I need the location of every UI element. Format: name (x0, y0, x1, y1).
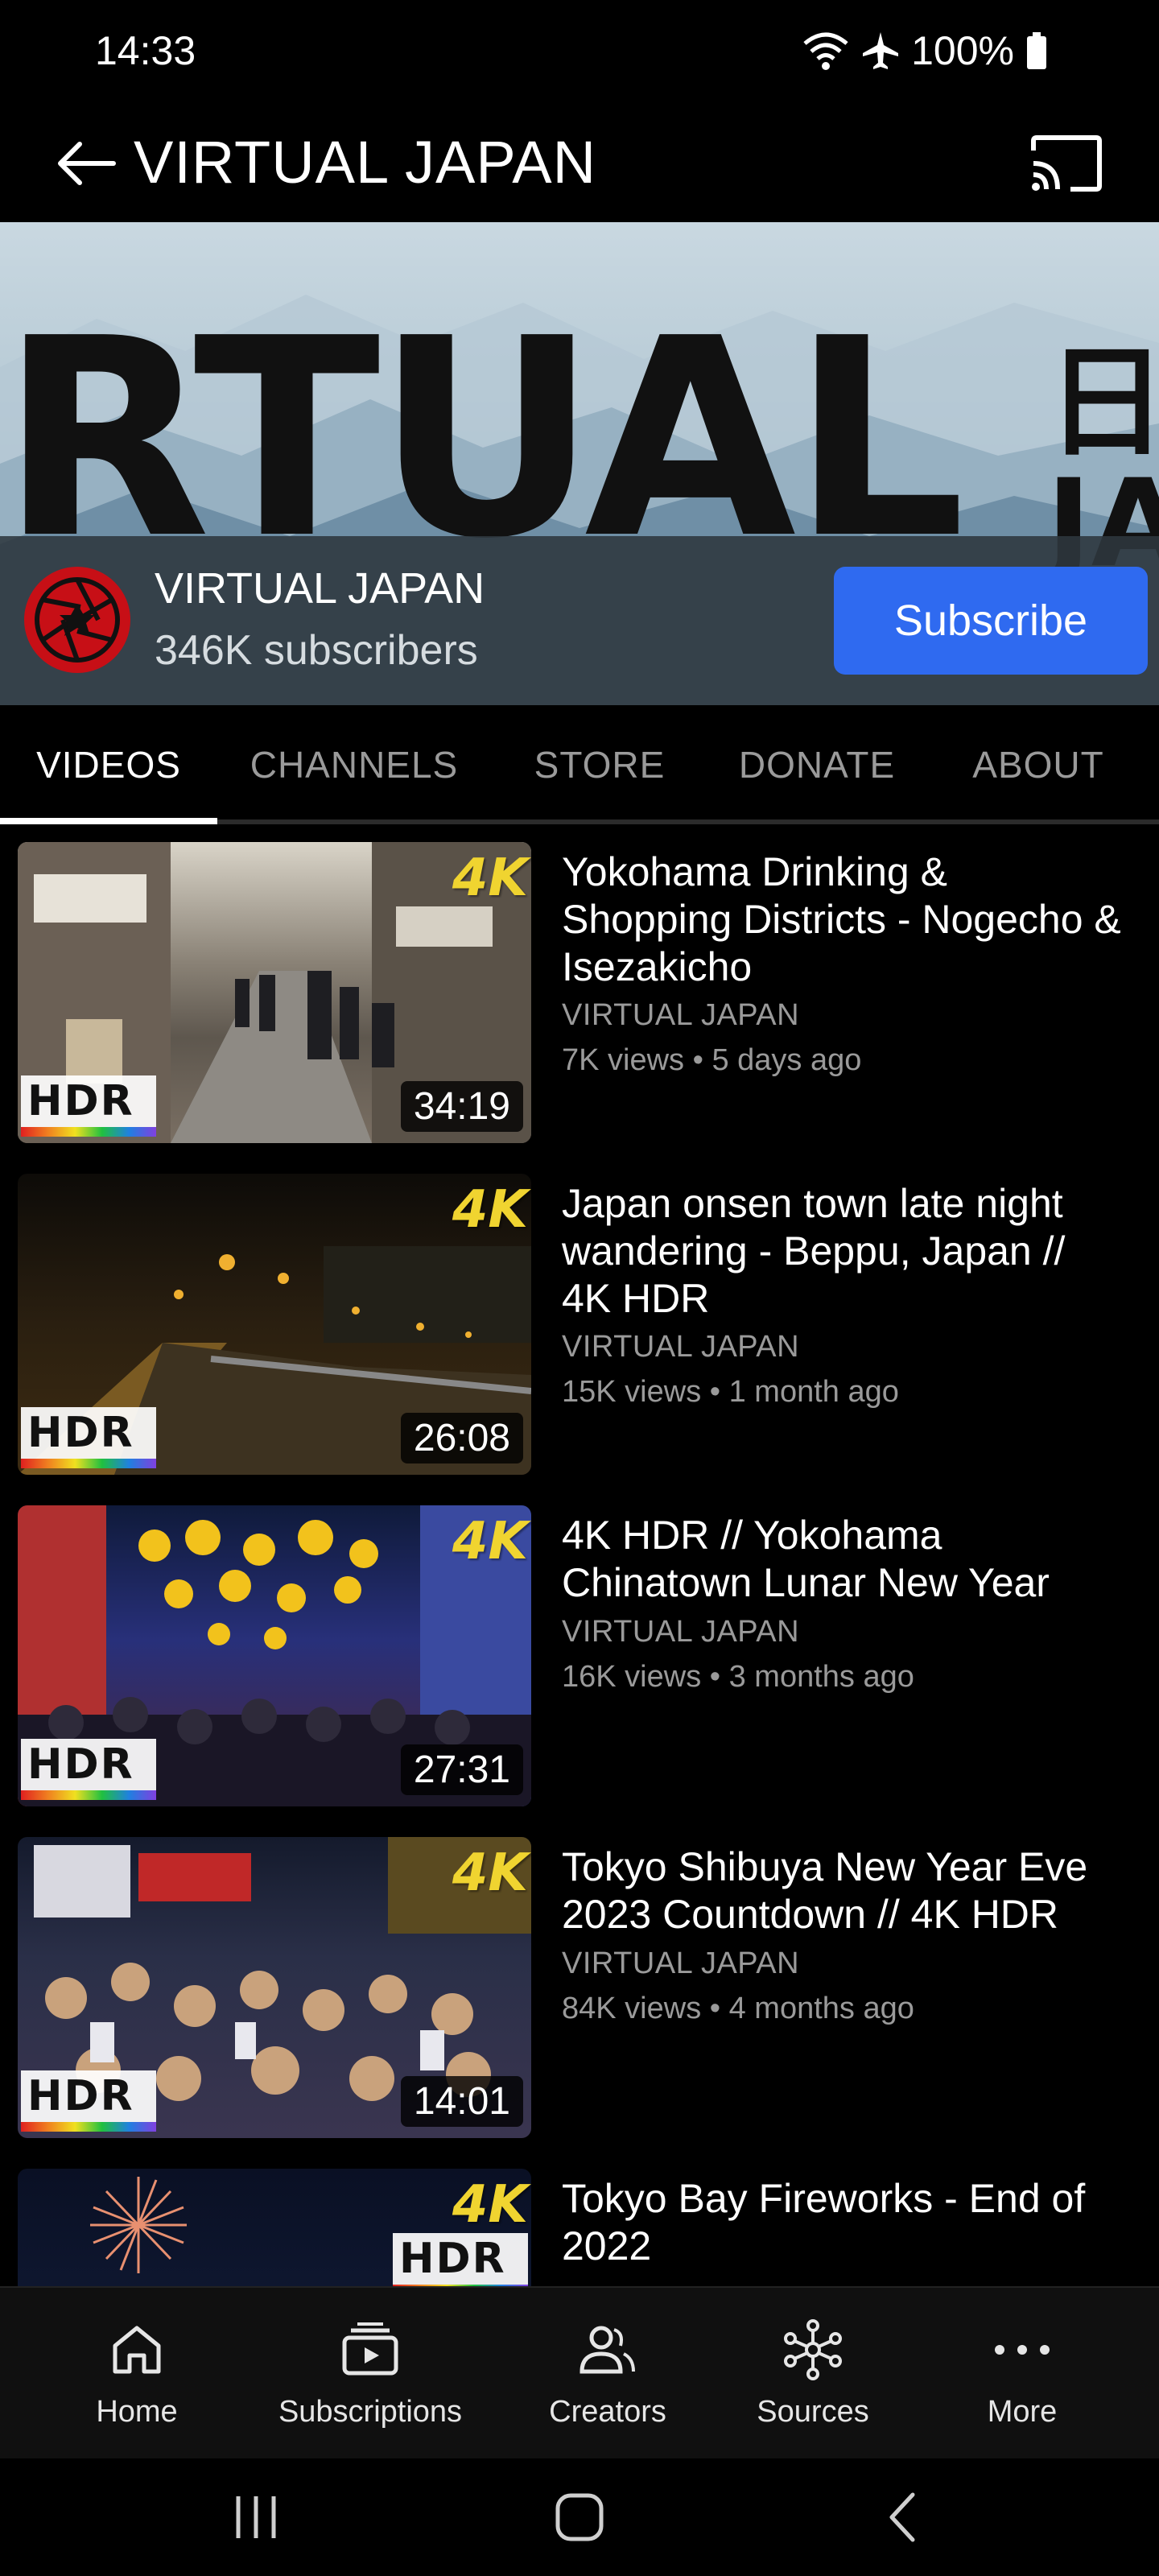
cast-button[interactable] (1022, 119, 1111, 208)
home-system-button[interactable] (515, 2458, 644, 2576)
sources-icon (782, 2318, 843, 2380)
arrow-left-icon (58, 142, 116, 185)
system-navigation-bar (0, 2458, 1159, 2576)
nav-more-label: More (987, 2394, 1058, 2429)
4k-badge: 4K (452, 1180, 528, 1240)
nav-sources-label: Sources (757, 2394, 869, 2429)
recent-apps-button[interactable] (192, 2458, 320, 2576)
subscribe-button[interactable]: Subscribe (834, 567, 1148, 675)
video-duration: 14:01 (400, 2076, 523, 2127)
video-title[interactable]: Japan onsen town late night wandering - … (562, 1180, 1125, 1323)
video-thumbnail[interactable]: 4K HDR 34:19 (18, 842, 531, 1143)
nav-creators-label: Creators (549, 2394, 666, 2429)
hdr-badge: HDR (393, 2233, 528, 2286)
video-title[interactable]: Yokohama Drinking & Shopping Districts -… (562, 848, 1125, 991)
hdr-label: HDR (27, 1409, 134, 1457)
nav-home-label: Home (96, 2394, 178, 2429)
hdr-color-bar (21, 1459, 156, 1468)
hdr-badge: HDR (21, 1407, 156, 1468)
video-title[interactable]: Tokyo Shibuya New Year Eve 2023 Countdow… (562, 1843, 1125, 1938)
nav-creators[interactable]: Creators (523, 2288, 692, 2460)
tab-videos[interactable]: VIDEOS (0, 705, 217, 824)
recent-apps-icon (236, 2496, 276, 2538)
video-channel[interactable]: VIRTUAL JAPAN (562, 1946, 799, 1981)
hdr-color-bar (21, 2122, 156, 2132)
subscriber-count: 346K subscribers (155, 627, 478, 674)
hdr-badge: HDR (21, 1075, 156, 1137)
channel-tabs: VIDEOS CHANNELS STORE DONATE ABOUT (0, 705, 1159, 824)
video-channel[interactable]: VIRTUAL JAPAN (562, 1615, 799, 1649)
nav-home[interactable]: Home (56, 2288, 217, 2460)
airplane-icon (861, 31, 900, 71)
video-list: 4K HDR 34:19 Yokohama Drinking & Shoppin… (0, 824, 1159, 2286)
nav-more[interactable]: More (942, 2288, 1103, 2460)
hdr-label: HDR (399, 2235, 506, 2283)
app-bar: VIRTUAL JAPAN (0, 105, 1159, 222)
video-meta: 84K views • 4 months ago (562, 1992, 914, 2025)
battery-icon (1025, 31, 1048, 71)
video-thumbnail[interactable]: 4K HDR 14:01 (18, 1837, 531, 2138)
back-system-button[interactable] (837, 2458, 966, 2576)
banner-side-top: 日本 (1046, 333, 1159, 473)
nav-subscriptions-label: Subscriptions (278, 2394, 463, 2429)
video-thumbnail[interactable]: 4K HDR 27:31 (18, 1505, 531, 1806)
video-thumbnail[interactable]: 4K HDR (18, 2169, 531, 2286)
4k-badge: 4K (452, 2175, 528, 2235)
banner-logo-text: RTUAL (0, 280, 966, 599)
bottom-navigation: Home Subscriptions Creators Sources More (0, 2286, 1159, 2458)
home-square-icon (555, 2493, 604, 2541)
channel-name: VIRTUAL JAPAN (155, 564, 485, 613)
status-icons: 100% (802, 27, 1048, 74)
aperture-logo-icon (26, 568, 129, 671)
video-meta: 7K views • 5 days ago (562, 1043, 862, 1077)
video-duration: 26:08 (400, 1413, 523, 1463)
page-title: VIRTUAL JAPAN (134, 129, 597, 196)
video-title[interactable]: 4K HDR // Yokohama Chinatown Lunar New Y… (562, 1512, 1125, 1607)
hdr-badge: HDR (21, 1739, 156, 1800)
chevron-left-icon (889, 2492, 915, 2542)
creators-icon (577, 2319, 638, 2380)
video-item[interactable]: 4K HDR 26:08 Japan onsen town late night… (0, 1156, 1159, 1475)
back-button[interactable] (42, 119, 130, 208)
video-duration: 27:31 (400, 1744, 523, 1795)
4k-badge: 4K (452, 848, 528, 908)
video-title[interactable]: Tokyo Bay Fireworks - End of 2022 (562, 2175, 1125, 2270)
subscriptions-icon (340, 2319, 401, 2380)
hdr-label: HDR (27, 1740, 134, 1789)
tab-indicator (0, 818, 217, 824)
video-item[interactable]: 4K HDR Tokyo Bay Fireworks - End of 2022 (0, 2151, 1159, 2286)
video-channel[interactable]: VIRTUAL JAPAN (562, 1330, 799, 1364)
video-item[interactable]: 4K HDR 34:19 Yokohama Drinking & Shoppin… (0, 824, 1159, 1143)
4k-badge: 4K (452, 1512, 528, 1571)
tab-channels[interactable]: CHANNELS (233, 705, 475, 824)
tab-store[interactable]: STORE (515, 705, 684, 824)
nav-subscriptions[interactable]: Subscriptions (266, 2288, 475, 2460)
video-item[interactable]: 4K HDR 14:01 Tokyo Shibuya New Year Eve … (0, 1819, 1159, 2138)
video-duration: 34:19 (400, 1081, 523, 1132)
channel-avatar[interactable] (24, 567, 130, 673)
home-icon (106, 2319, 167, 2380)
nav-sources[interactable]: Sources (732, 2288, 893, 2460)
video-item[interactable]: 4K HDR 27:31 4K HDR // Yokohama Chinatow… (0, 1488, 1159, 1806)
4k-badge: 4K (452, 1843, 528, 1903)
hdr-label: HDR (27, 1077, 134, 1125)
video-channel[interactable]: VIRTUAL JAPAN (562, 998, 799, 1033)
hdr-color-bar (21, 1790, 156, 1800)
hdr-color-bar (21, 1127, 156, 1137)
tab-about[interactable]: ABOUT (950, 705, 1127, 824)
more-icon (992, 2319, 1053, 2380)
hdr-badge: HDR (21, 2070, 156, 2132)
video-meta: 15K views • 1 month ago (562, 1375, 899, 1409)
cast-icon (1031, 135, 1102, 192)
hdr-label: HDR (27, 2072, 134, 2120)
status-time: 14:33 (95, 28, 196, 73)
video-meta: 16K views • 3 months ago (562, 1660, 914, 1694)
video-thumbnail[interactable]: 4K HDR 26:08 (18, 1174, 531, 1475)
wifi-icon (802, 31, 850, 71)
tab-donate[interactable]: DONATE (724, 705, 909, 824)
battery-percent: 100% (911, 28, 1014, 73)
status-bar: 14:33 100% (0, 0, 1159, 105)
